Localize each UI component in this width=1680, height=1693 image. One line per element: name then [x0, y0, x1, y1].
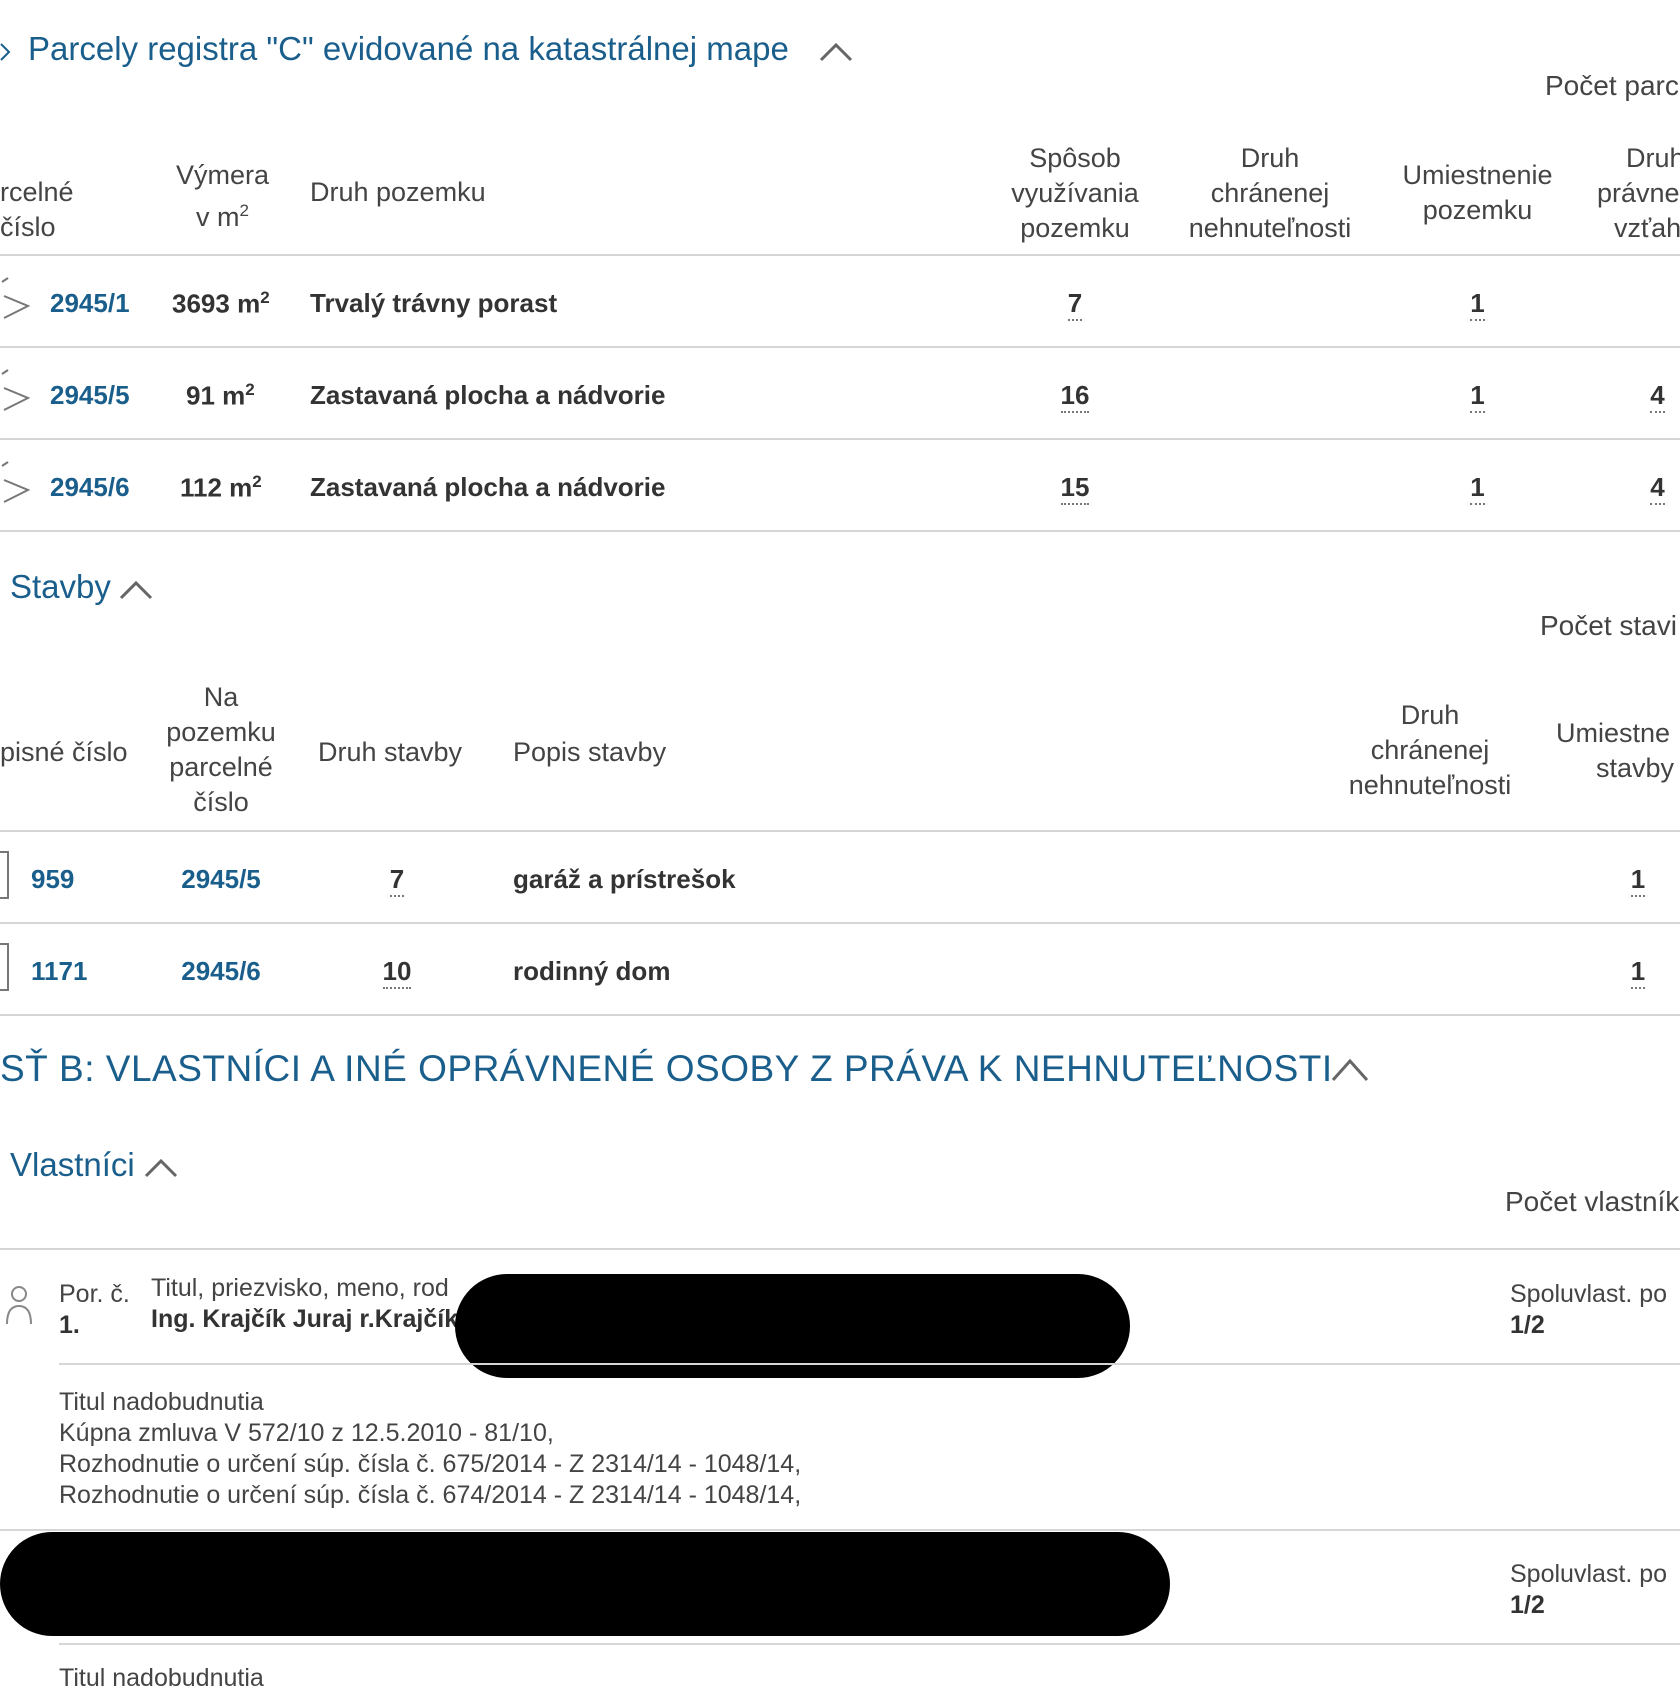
parcel-land-type: Zastavaná plocha a nádvorie	[310, 380, 666, 410]
location-code[interactable]: 1	[1390, 472, 1565, 505]
header-popis-stavby: Popis stavby	[513, 737, 667, 767]
owner-order-label: Por. č.	[59, 1280, 130, 1308]
header-umiestnenie-stavby: Umiestne stavby	[1556, 718, 1675, 783]
cast-b-title[interactable]: SŤ B: VLASTNÍCI A INÉ OPRÁVNENÉ OSOBY Z …	[0, 1048, 1333, 1090]
acquisition-title-label: Titul nadobudnutia	[59, 1664, 264, 1692]
collapse-chevron-up-icon[interactable]	[118, 578, 154, 602]
redaction-mark	[0, 1532, 1170, 1636]
header-umiestnenie-pozemku: Umiestnenie pozemku	[1402, 160, 1553, 225]
vlastnici-section-title[interactable]: Vlastníci	[10, 1146, 135, 1184]
header-druh-pravneho-vztahu: Druh právne vzťah	[1597, 143, 1680, 243]
co-ownership-share: 1/2	[1510, 1591, 1545, 1619]
collapse-chevron-up-icon[interactable]	[1330, 1056, 1370, 1084]
building-location-code[interactable]: 1	[1623, 956, 1653, 989]
divider	[0, 1014, 1680, 1016]
table-row: 1171 2945/6 10 rodinný dom 1	[0, 924, 1680, 1014]
table-row: 2945/5 91 m2 Zastavaná plocha a nádvorie…	[0, 348, 1680, 438]
building-number-link[interactable]: 959	[31, 864, 74, 895]
building-description: garáž a prístrešok	[513, 864, 736, 894]
co-ownership-label: Spoluvlast. po	[1510, 1280, 1668, 1308]
stavby-count-label: Počet stavi	[1540, 610, 1677, 641]
acquisition-title-label: Titul nadobudnutia	[59, 1388, 264, 1416]
location-code[interactable]: 1	[1390, 288, 1565, 321]
location-code[interactable]: 1	[1390, 380, 1565, 413]
chevron-right-icon	[0, 43, 11, 61]
building-type-code[interactable]: 7	[372, 864, 422, 897]
header-parcelne-cislo: rcelné číslo	[0, 177, 74, 242]
parcely-count-label: Počet parc	[1545, 70, 1679, 101]
divider	[59, 1643, 1680, 1645]
vlastnici-count-label: Počet vlastník	[1505, 1186, 1680, 1217]
header-druh-stavby: Druh stavby	[318, 737, 463, 767]
acquisition-title-line: Rozhodnutie o určení súp. čísla č. 675/2…	[59, 1450, 802, 1478]
parcely-section-title[interactable]: Parcely registra "C" evidované na katast…	[28, 30, 789, 68]
divider	[0, 1248, 1680, 1250]
acquisition-title-line: Kúpna zmluva V 572/10 z 12.5.2010 - 81/1…	[59, 1419, 554, 1447]
parcel-number-link[interactable]: 2945/1	[50, 288, 130, 319]
parcel-area: 112 m2	[180, 472, 262, 503]
collapse-chevron-up-icon[interactable]	[818, 40, 854, 64]
map-link-icon[interactable]	[0, 460, 32, 506]
table-row: 2945/6 112 m2 Zastavaná plocha a nádvori…	[0, 440, 1680, 530]
header-druh-pozemku: Druh pozemku	[310, 177, 486, 207]
building-parcel-link[interactable]: 2945/6	[150, 956, 292, 987]
parcel-number-link[interactable]: 2945/6	[50, 472, 130, 503]
parcel-land-type: Trvalý trávny porast	[310, 288, 558, 318]
land-use-code[interactable]: 16	[990, 380, 1160, 413]
building-description: rodinný dom	[513, 956, 671, 986]
legal-relation-code[interactable]: 4	[1645, 472, 1670, 505]
header-sposob-vyuzivania: Spôsob využívania pozemku	[1011, 143, 1139, 243]
stavby-section-title[interactable]: Stavby	[10, 568, 111, 606]
divider	[0, 1529, 1680, 1531]
document-icon[interactable]	[0, 850, 10, 900]
parcel-area: 3693 m2	[172, 288, 270, 319]
building-parcel-link[interactable]: 2945/5	[150, 864, 292, 895]
map-link-icon[interactable]	[0, 276, 32, 322]
header-druh-chranenej-nehnutelnosti: Druh chránenej nehnuteľnosti	[1348, 700, 1512, 800]
land-use-code[interactable]: 7	[990, 288, 1160, 321]
header-druh-chranenej-nehnutelnosti: Druh chránenej nehnuteľnosti	[1188, 143, 1352, 243]
building-number-link[interactable]: 1171	[31, 956, 87, 987]
table-row: 2945/1 3693 m2 Trvalý trávny porast 7 1	[0, 256, 1680, 346]
header-vymera: Výmera v m2	[175, 160, 270, 232]
co-ownership-share: 1/2	[1510, 1311, 1545, 1339]
building-location-code[interactable]: 1	[1623, 864, 1653, 897]
acquisition-title-line: Rozhodnutie o určení súp. čísla č. 674/2…	[59, 1481, 802, 1509]
owner-order-value: 1.	[59, 1311, 80, 1339]
divider	[59, 1363, 1680, 1365]
person-icon	[6, 1286, 32, 1325]
parcel-land-type: Zastavaná plocha a nádvorie	[310, 472, 666, 502]
parcel-number-link[interactable]: 2945/5	[50, 380, 130, 411]
building-type-code[interactable]: 10	[372, 956, 422, 989]
collapse-chevron-up-icon[interactable]	[143, 1156, 179, 1180]
map-link-icon[interactable]	[0, 368, 32, 414]
legal-relation-code[interactable]: 4	[1645, 380, 1670, 413]
header-supisne-cislo: pisné číslo	[0, 737, 128, 767]
land-use-code[interactable]: 15	[990, 472, 1160, 505]
document-icon[interactable]	[0, 942, 10, 992]
owner-name-link[interactable]: Ing. Krajčík Juraj r.Krajčík	[151, 1305, 458, 1334]
owner-name-label: Titul, priezvisko, meno, rod	[151, 1274, 449, 1302]
parcel-area: 91 m2	[186, 380, 255, 411]
header-na-pozemku-parcelne-cislo: Na pozemku parcelné číslo	[166, 682, 276, 817]
divider	[0, 530, 1680, 532]
table-row: 959 2945/5 7 garáž a prístrešok 1	[0, 832, 1680, 922]
co-ownership-label: Spoluvlast. po	[1510, 1560, 1668, 1588]
